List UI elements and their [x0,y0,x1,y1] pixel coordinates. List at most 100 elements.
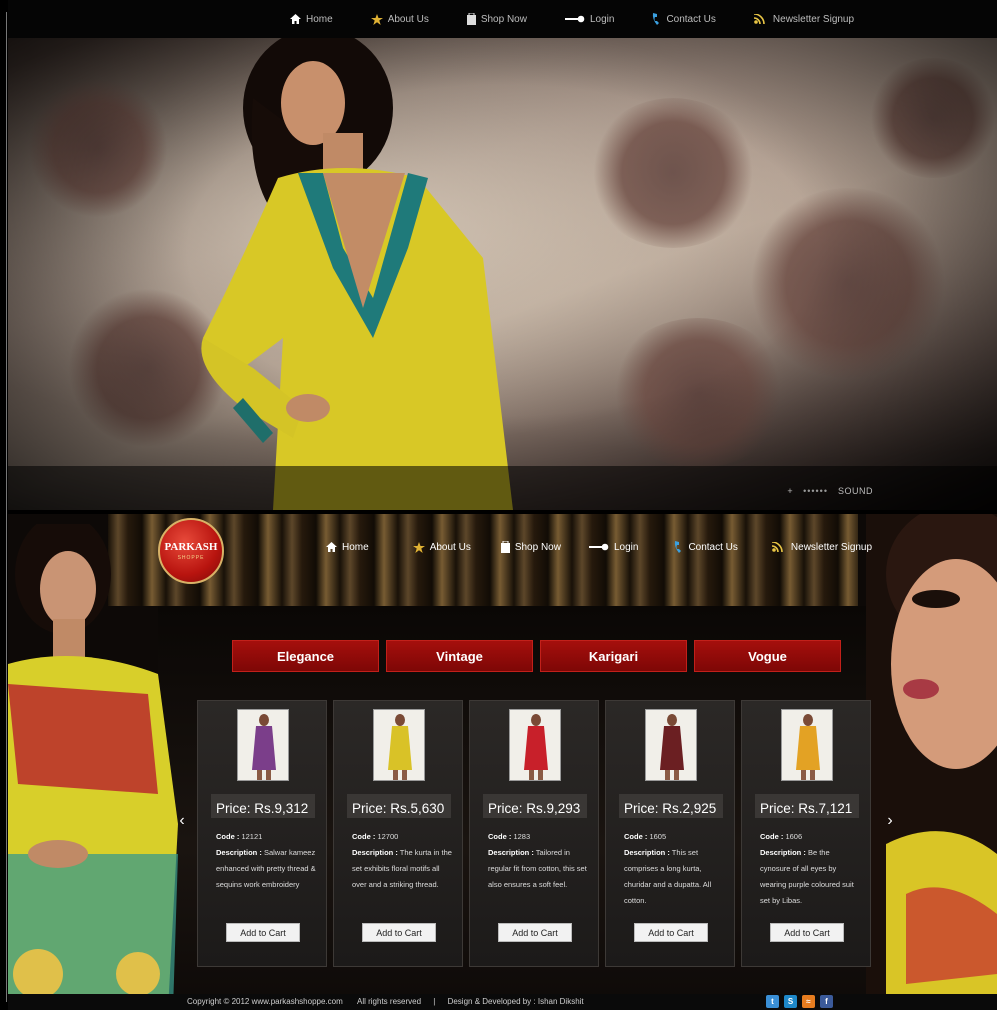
nav-shop-now-label: Shop Now [480,13,527,25]
plus-icon[interactable]: + [787,486,793,496]
star-icon [412,541,425,553]
description-label: Description : [488,848,534,857]
nav-home[interactable]: Home [290,14,333,25]
code-label: Code : [488,832,512,841]
sound-control[interactable]: + •••••• SOUND [787,486,873,496]
nav-contact-us[interactable]: Contact Us [652,13,716,25]
nav-home-label: Home [306,13,333,25]
main-nav-contact-us[interactable]: Contact Us [674,541,738,553]
description-label: Description : [216,848,262,857]
add-to-cart-button[interactable]: Add to Cart [226,923,300,942]
phone-icon [675,541,682,553]
code-label: Code : [760,832,784,841]
nav-newsletter-signup-label: Newsletter Signup [772,13,855,25]
nav-contact-us-label: Contact Us [666,13,716,25]
sound-level-dots: •••••• [803,486,828,496]
shopping-bag-icon [500,541,510,553]
code-label: Code : [624,832,648,841]
product-price: Price: Rs.7,121 [760,801,853,816]
main-nav-newsletter-signup[interactable]: Newsletter Signup [771,542,872,553]
star-icon [370,13,383,25]
top-nav-menu: Home About Us Shop Now Login Contact Us … [290,0,892,38]
product-thumbnail[interactable] [509,709,561,781]
main-nav-login[interactable]: Login [588,541,639,553]
twitter-icon[interactable]: t [766,995,779,1008]
add-to-cart-button[interactable]: Add to Cart [498,923,572,942]
copyright-text: Copyright © 2012 www.parkashshoppe.com [187,997,343,1006]
add-to-cart-button[interactable]: Add to Cart [634,923,708,942]
add-to-cart-button[interactable]: Add to Cart [362,923,436,942]
rss-icon [771,542,783,552]
description-label: Description : [352,848,398,857]
code-label: Code : [216,832,240,841]
product-code: 12121 [241,832,263,841]
product-info: Code : 1606 Description : Be the cynosure… [760,829,860,909]
main-nav-home[interactable]: Home [326,542,369,553]
floral-pattern [588,98,758,248]
main-nav-home-label: Home [342,541,369,553]
floral-pattern [748,188,948,378]
carousel-next-button[interactable]: › [882,810,898,832]
add-to-cart-button[interactable]: Add to Cart [770,923,844,942]
category-elegance[interactable]: Elegance [232,640,379,672]
nav-newsletter-signup[interactable]: Newsletter Signup [753,13,855,25]
hero-slider: + •••••• SOUND [8,38,997,510]
product-thumbnail[interactable] [645,709,697,781]
key-icon [588,543,609,551]
product-code: 1283 [513,832,531,841]
credit-text: Design & Developed by : Ishan Dikshit [447,997,584,1006]
code-label: Code : [352,832,376,841]
shop-section: PARKASH SHOPPE Home About Us Shop Now Lo… [8,514,997,1010]
product-carousel: Price: Rs.9,312 Code : 12121 Description … [197,700,871,967]
category-karigari[interactable]: Karigari [540,640,687,672]
social-links: t S ≈ f [766,995,833,1008]
footer-divider: | [433,997,436,1006]
product-info: Code : 12121 Description : Salwar kameez … [216,829,316,893]
product-thumbnail[interactable] [373,709,425,781]
shopping-bag-icon [466,13,476,25]
description-label: Description : [760,848,806,857]
product-card: Price: Rs.9,293 Code : 1283 Description :… [469,700,599,967]
product-code: 1606 [785,832,803,841]
parkash-logo[interactable]: PARKASH SHOPPE [158,518,224,584]
main-nav-login-label: Login [613,541,639,553]
facebook-icon[interactable]: f [820,995,833,1008]
floral-pattern [608,318,788,468]
phone-icon [653,13,660,25]
left-model-image [8,524,178,1010]
skype-icon[interactable]: S [784,995,797,1008]
main-nav-about-us[interactable]: About Us [412,541,471,553]
thumb-dress [388,726,412,770]
nav-shop-now[interactable]: Shop Now [466,13,527,25]
product-card: Price: Rs.2,925 Code : 1605 Description :… [605,700,735,967]
rss-feed-icon[interactable]: ≈ [802,995,815,1008]
description-label: Description : [624,848,670,857]
right-model-image [866,514,997,1010]
thumb-dress [252,726,276,770]
page-footer: Copyright © 2012 www.parkashshoppe.com A… [0,994,997,1010]
product-thumbnail[interactable] [237,709,289,781]
category-vintage[interactable]: Vintage [386,640,533,672]
thumb-dress [524,726,548,770]
footer-copyright: Copyright © 2012 www.parkashshoppe.com A… [187,997,584,1006]
logo-subtitle: SHOPPE [177,555,205,561]
nav-about-us[interactable]: About Us [370,13,429,25]
product-thumbnail[interactable] [781,709,833,781]
product-price: Price: Rs.2,925 [624,801,717,816]
logo-word: PARKASH [164,541,218,553]
carousel-prev-button[interactable]: ‹ [174,810,190,832]
floral-pattern [28,78,168,218]
product-price: Price: Rs.5,630 [352,801,445,816]
main-nav-menu: Home About Us Shop Now Login Contact Us … [326,536,872,558]
home-icon [326,542,337,552]
category-vogue[interactable]: Vogue [694,640,841,672]
nav-about-us-label: About Us [387,13,429,25]
product-card: Price: Rs.9,312 Code : 12121 Description … [197,700,327,967]
product-info: Code : 1283 Description : Tailored in reg… [488,829,588,893]
rss-icon [753,14,765,24]
nav-login[interactable]: Login [564,14,614,25]
sound-label[interactable]: SOUND [838,486,873,496]
main-nav-shop-now[interactable]: Shop Now [500,541,561,553]
page-left-edge [0,0,8,1010]
main-nav-contact-us-label: Contact Us [688,541,738,553]
